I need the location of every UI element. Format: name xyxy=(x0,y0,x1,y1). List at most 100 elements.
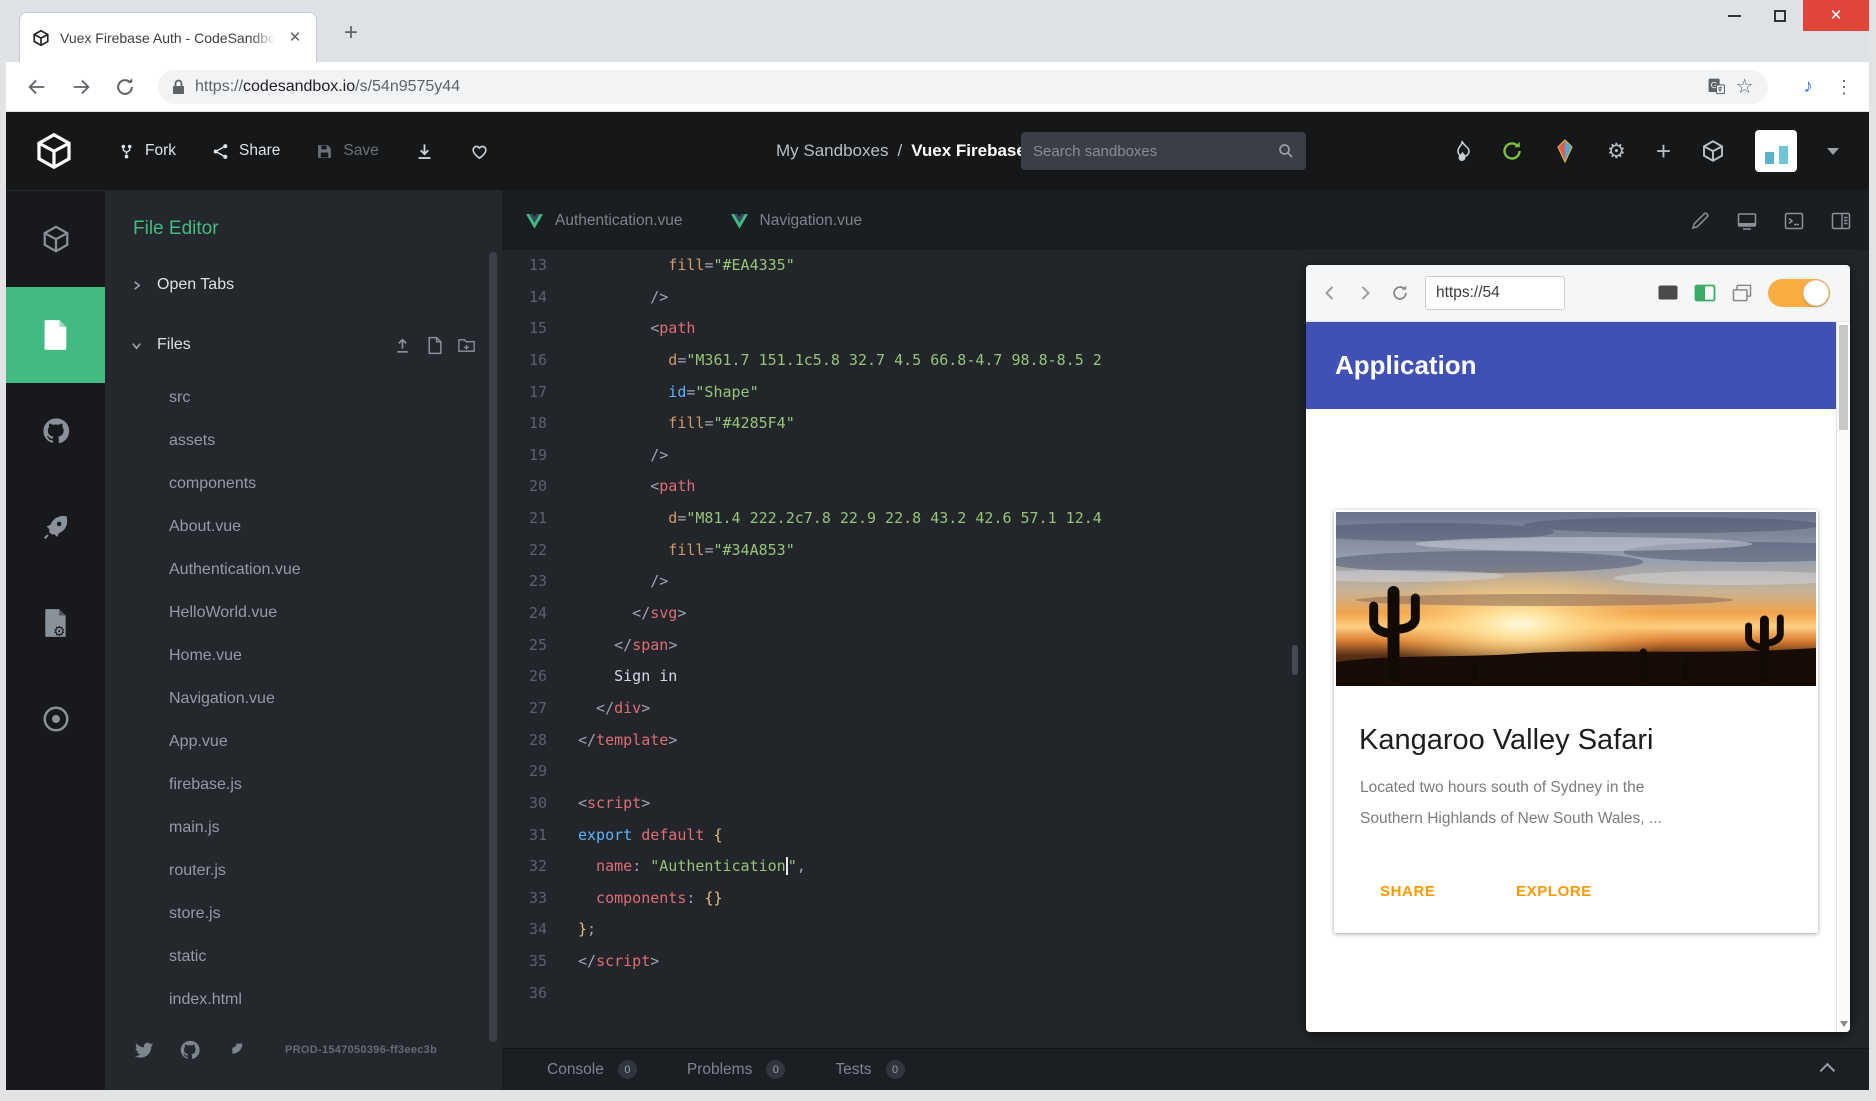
spectrum-icon[interactable] xyxy=(225,1039,247,1061)
search-input[interactable] xyxy=(1033,143,1278,160)
layout-editor-icon[interactable] xyxy=(1831,211,1851,231)
file-tree-item[interactable]: JS Authentication.vue xyxy=(105,548,502,591)
window-minimize-button[interactable] xyxy=(1711,0,1757,31)
new-window-icon[interactable] xyxy=(1731,284,1753,302)
console-tab[interactable]: Tests 0 xyxy=(835,1060,904,1079)
settings-gear-icon[interactable]: ⚙ xyxy=(1607,141,1626,162)
upload-icon[interactable] xyxy=(393,336,412,355)
file-tree-item[interactable]: JS Navigation.vue xyxy=(105,677,502,720)
count-badge: 0 xyxy=(618,1060,637,1079)
user-menu-caret-icon[interactable] xyxy=(1827,148,1839,155)
console-tab[interactable]: Console 0 xyxy=(547,1060,637,1079)
preview-scrollbar-thumb[interactable] xyxy=(1839,325,1848,430)
editor-tab[interactable]: Navigation.vue xyxy=(707,192,887,250)
rail-item-project[interactable] xyxy=(6,191,105,287)
file-tree-item[interactable]: JS components xyxy=(105,462,502,505)
rail-item-deployment[interactable] xyxy=(6,479,105,575)
file-tree-item[interactable]: JS main.js xyxy=(105,806,502,849)
reload-icon[interactable] xyxy=(114,76,136,98)
file-tree-item[interactable]: JS HelloWorld.vue xyxy=(105,591,502,634)
sandbox-cube-icon[interactable] xyxy=(1701,139,1725,163)
download-icon[interactable] xyxy=(415,142,434,161)
file-name: Home.vue xyxy=(169,647,242,665)
twitter-icon[interactable] xyxy=(133,1039,155,1061)
sidebar-scrollbar[interactable] xyxy=(489,252,497,1042)
browser-menu-icon[interactable]: ⋮ xyxy=(1835,78,1853,96)
line-number: 28 xyxy=(502,725,547,757)
fork-button[interactable]: Fork xyxy=(118,142,176,160)
editor-tab[interactable]: Authentication.vue xyxy=(502,192,707,250)
live-toggle[interactable] xyxy=(1768,279,1830,307)
file-tree-item[interactable]: JS store.js xyxy=(105,892,502,935)
file-tree-item[interactable]: JS router.js xyxy=(105,849,502,892)
file-tree-item[interactable]: JS assets xyxy=(105,419,502,462)
window-close-button[interactable]: ✕ xyxy=(1803,0,1869,31)
github-footer-icon[interactable] xyxy=(179,1039,201,1061)
browser-tab[interactable]: Vuex Firebase Auth - CodeSandbox ✕ xyxy=(19,12,317,62)
save-button[interactable]: Save xyxy=(316,142,378,160)
new-tab-button[interactable]: + xyxy=(336,18,366,48)
new-sandbox-plus-icon[interactable]: + xyxy=(1656,138,1671,164)
share-card-button[interactable]: SHARE xyxy=(1380,883,1436,900)
url-bar[interactable]: https://codesandbox.io/s/54n9575y44 G ☆ xyxy=(158,70,1768,104)
rail-item-live[interactable] xyxy=(6,671,105,767)
file-type-icon: JS xyxy=(132,990,155,1010)
user-avatar[interactable] xyxy=(1755,130,1797,172)
file-tree-item[interactable]: JS App.vue xyxy=(105,720,502,763)
line-number: 22 xyxy=(502,535,547,567)
split-view-icon[interactable] xyxy=(1694,284,1716,302)
google-translate-icon[interactable]: G xyxy=(1707,77,1726,96)
codesandbox-logo-icon[interactable] xyxy=(34,131,74,171)
file-type-icon: JS xyxy=(132,388,155,408)
editor-scrollbar-thumb[interactable] xyxy=(1292,645,1298,675)
line-number: 33 xyxy=(502,883,547,915)
file-tree-item[interactable]: JS src xyxy=(105,376,502,419)
breadcrumb-my-sandboxes[interactable]: My Sandboxes xyxy=(776,141,888,161)
extension-music-icon[interactable]: ♪ xyxy=(1804,77,1814,96)
preview-app-bar: Application xyxy=(1306,322,1850,409)
chevron-up-icon[interactable] xyxy=(1820,1063,1836,1079)
responsive-view-icon[interactable] xyxy=(1657,284,1679,302)
console-tab[interactable]: Problems 0 xyxy=(687,1060,785,1079)
file-tree-item[interactable]: JS Home.vue xyxy=(105,634,502,677)
search-box xyxy=(1021,132,1306,170)
preview-forward-icon[interactable] xyxy=(1355,283,1375,303)
gem-plugin-icon[interactable] xyxy=(1553,139,1577,163)
tab-title: Vuex Firebase Auth - CodeSandbox xyxy=(60,29,276,47)
file-tree-item[interactable]: JS firebase.js xyxy=(105,763,502,806)
preview-url-field[interactable]: https://54 xyxy=(1425,276,1565,310)
forward-icon[interactable] xyxy=(70,76,92,98)
terminal-icon[interactable] xyxy=(1784,211,1804,231)
rail-item-config[interactable]: ⚙ xyxy=(6,575,105,671)
new-file-icon[interactable] xyxy=(425,336,444,355)
open-preview-icon[interactable] xyxy=(1737,211,1757,231)
sunset-desert-image xyxy=(1336,512,1816,686)
file-type-icon: JS xyxy=(132,732,155,752)
preview-refresh-icon[interactable] xyxy=(1390,283,1410,303)
file-tree-item[interactable]: JS static xyxy=(105,935,502,978)
rail-item-file-editor[interactable] xyxy=(6,287,105,383)
console-tab-label: Problems xyxy=(687,1061,752,1079)
window-maximize-button[interactable] xyxy=(1757,0,1803,31)
like-heart-icon[interactable] xyxy=(470,142,489,161)
activity-rail: ⚙ xyxy=(6,190,105,1090)
explore-card-button[interactable]: EXPLORE xyxy=(1516,883,1592,900)
prettify-pencil-icon[interactable] xyxy=(1690,211,1710,231)
rail-item-github[interactable] xyxy=(6,383,105,479)
open-tabs-section[interactable]: Open Tabs xyxy=(105,267,502,303)
refresh-sandbox-icon[interactable] xyxy=(1501,140,1523,162)
file-name: HelloWorld.vue xyxy=(169,604,277,622)
bookmark-star-icon[interactable]: ☆ xyxy=(1736,77,1754,97)
file-tree-item[interactable]: JS About.vue xyxy=(105,505,502,548)
scroll-down-arrow-icon[interactable] xyxy=(1840,1021,1848,1027)
preview-back-icon[interactable] xyxy=(1320,283,1340,303)
share-button[interactable]: Share xyxy=(212,142,280,160)
new-folder-icon[interactable] xyxy=(457,336,476,355)
window-controls: ✕ xyxy=(1711,0,1869,31)
back-icon[interactable] xyxy=(26,76,48,98)
preview-scrollbar[interactable] xyxy=(1836,322,1850,1032)
flame-icon[interactable] xyxy=(1453,140,1471,162)
files-section[interactable]: Files xyxy=(105,327,502,363)
file-type-icon: JS xyxy=(132,560,155,580)
tab-close-icon[interactable]: ✕ xyxy=(286,29,304,47)
